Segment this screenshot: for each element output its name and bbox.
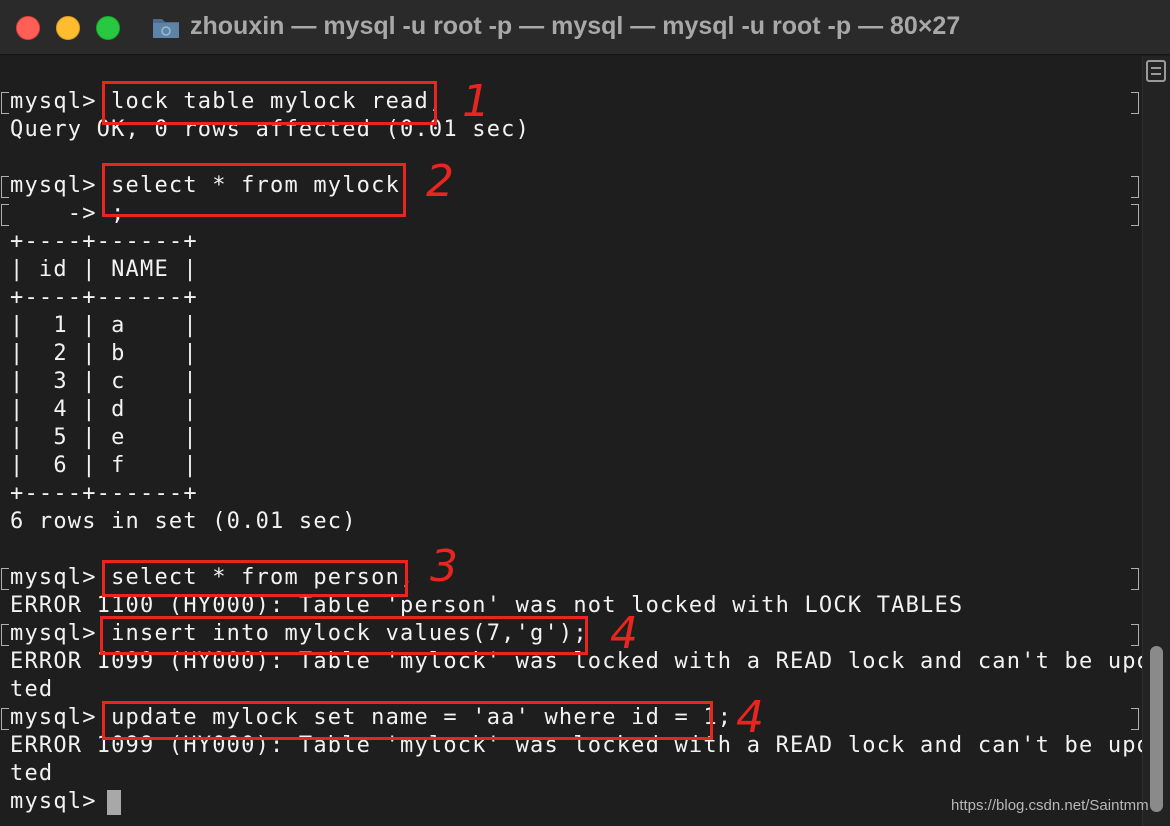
annotation-box xyxy=(102,163,406,217)
line-mark-left xyxy=(1,568,9,590)
terminal-line: | 2 | b | xyxy=(10,341,198,366)
terminal-line: | 3 | c | xyxy=(10,369,198,394)
terminal-prompt-line[interactable]: mysql> xyxy=(10,788,111,816)
window-title: zhouxin — mysql -u root -p — mysql — mys… xyxy=(190,12,961,40)
close-window-button[interactable] xyxy=(16,16,40,40)
terminal-window: zhouxin — mysql -u root -p — mysql — mys… xyxy=(0,0,1170,826)
folder-icon xyxy=(153,19,179,38)
line-mark-right xyxy=(1131,176,1139,198)
terminal-line: | 5 | e | xyxy=(10,425,198,450)
terminal-line: | 1 | a | xyxy=(10,313,198,338)
text-cursor xyxy=(107,790,121,815)
terminal-line: | id | NAME | xyxy=(10,257,198,282)
terminal-line: ted xyxy=(10,677,54,702)
annotation-number: 3 xyxy=(430,541,458,592)
terminal-line: +----+------+ xyxy=(10,285,198,310)
annotation-number: 2 xyxy=(426,156,454,207)
line-mark-left xyxy=(1,176,9,198)
terminal-line: | 4 | d | xyxy=(10,397,198,422)
line-mark-right xyxy=(1131,708,1139,730)
line-mark-left xyxy=(1,624,9,646)
terminal-line: 6 rows in set (0.01 sec) xyxy=(10,509,357,534)
terminal-line: +----+------+ xyxy=(10,481,198,506)
annotation-number: 1 xyxy=(462,76,490,127)
line-mark-right xyxy=(1131,204,1139,226)
scrollbar-thumb[interactable] xyxy=(1150,646,1163,812)
line-mark-right xyxy=(1131,624,1139,646)
annotation-box xyxy=(100,616,588,655)
watermark: https://blog.csdn.net/Saintmm xyxy=(951,797,1149,814)
terminal-line: | 6 | f | xyxy=(10,453,198,478)
annotation-number: 4 xyxy=(610,608,638,659)
annotation-box xyxy=(102,81,437,125)
annotation-box xyxy=(102,701,713,740)
annotation-number: 4 xyxy=(736,692,764,743)
line-mark-right xyxy=(1131,92,1139,114)
annotation-box xyxy=(102,560,408,597)
terminal-line: ted xyxy=(10,761,54,786)
zoom-window-button[interactable] xyxy=(96,16,120,40)
line-mark-left xyxy=(1,708,9,730)
line-mark-left xyxy=(1,204,9,226)
terminal-line: +----+------+ xyxy=(10,229,198,254)
scroll-marks-icon[interactable] xyxy=(1146,60,1166,82)
line-mark-right xyxy=(1131,568,1139,590)
minimize-window-button[interactable] xyxy=(56,16,80,40)
title-bar[interactable]: zhouxin — mysql -u root -p — mysql — mys… xyxy=(0,0,1170,55)
line-mark-left xyxy=(1,92,9,114)
